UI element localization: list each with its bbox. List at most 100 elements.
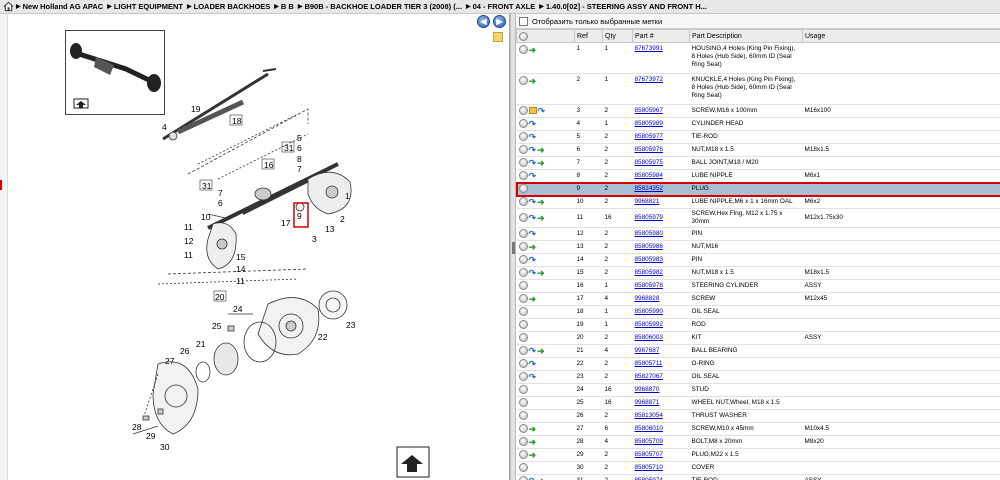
select-circle-icon[interactable] — [518, 106, 528, 116]
select-circle-icon[interactable] — [518, 411, 528, 421]
replacement-arrow-icon[interactable]: ↷ — [529, 197, 537, 206]
select-circle-icon[interactable] — [518, 307, 528, 317]
table-row[interactable]: ↷ 23 2 85827067 OIL SEAL — [516, 370, 1000, 384]
table-row[interactable]: ➜ 27 6 85806010 SCREW,M10 x 45mm M10x4.5 — [516, 422, 1000, 436]
breadcrumb-item[interactable]: ▶ 1.40.0[02] - STEERING ASSY AND FRONT H.… — [539, 2, 707, 11]
table-row[interactable]: ➜ 2 1 87673972 KNUCKLE,4 Holes (King Pin Fix… — [516, 73, 1000, 105]
part-number-link[interactable]: 85805979 — [635, 214, 663, 221]
table-row[interactable]: 9 2 85824352 PLUG — [516, 181, 1000, 197]
col-qty[interactable]: Qty — [602, 29, 633, 43]
add-to-cart-arrow-icon[interactable]: ➜ — [529, 45, 537, 54]
add-to-cart-arrow-icon[interactable]: ➜ — [537, 197, 545, 206]
select-circle-icon[interactable] — [518, 132, 528, 142]
add-to-cart-arrow-icon[interactable]: ➜ — [529, 450, 537, 459]
replacement-arrow-icon[interactable]: ↷ — [529, 359, 537, 368]
part-number-link[interactable]: 85805992 — [635, 321, 663, 328]
replacement-arrow-icon[interactable]: ↷ — [529, 158, 537, 167]
select-circle-icon[interactable] — [518, 476, 528, 480]
table-row[interactable]: ↷➜31285805974TIE-RODASSY — [516, 474, 1000, 480]
part-number-link[interactable]: 85806010 — [635, 425, 663, 432]
breadcrumb-item[interactable]: ▶ New Holland AG APAC — [16, 2, 103, 11]
select-circle-icon[interactable] — [518, 424, 528, 434]
breadcrumb-item[interactable]: ▶ LOADER BACKHOES — [187, 2, 270, 11]
part-number-link[interactable]: 9968870 — [635, 386, 660, 393]
replacement-arrow-icon[interactable]: ↷ — [529, 346, 537, 355]
show-selected-only-checkbox[interactable] — [519, 16, 528, 26]
part-number-link[interactable]: 85805707 — [635, 451, 663, 458]
table-row[interactable]: ↷ 22 2 85805711 O-RING — [516, 357, 1000, 371]
table-row[interactable]: ➜ 13 2 85805986 NUT,M16 — [516, 240, 1000, 254]
col-ref[interactable]: Ref — [574, 29, 603, 43]
col-desc[interactable]: Part Description — [689, 29, 803, 43]
table-row[interactable]: ↷➜ 10 2 9968821 LUBE NIPPLE,M6 x 1 x 16mm OA… — [516, 195, 1000, 209]
part-number-link[interactable]: 85805711 — [635, 360, 663, 367]
table-row[interactable]: ↷ 3 2 85805967 SCREW,M16 x 100mm M16x100 — [516, 104, 1000, 118]
select-circle-icon[interactable] — [518, 229, 528, 239]
select-circle-icon[interactable] — [518, 76, 528, 85]
part-number-link[interactable]: 85805989 — [635, 120, 663, 127]
part-number-link[interactable]: 9967687 — [635, 347, 660, 354]
part-number-link[interactable]: 85806003 — [635, 334, 663, 341]
col-part[interactable]: Part # — [632, 29, 690, 43]
select-circle-icon[interactable] — [518, 359, 528, 369]
select-circle-icon[interactable] — [518, 171, 528, 181]
select-circle-icon[interactable] — [518, 158, 528, 168]
add-to-cart-arrow-icon[interactable]: ➜ — [529, 76, 537, 85]
replacement-arrow-icon[interactable]: ↷ — [529, 268, 537, 277]
table-row[interactable]: ➜ 28 4 85805709 BOLT,M8 x 20mm M8x20 — [516, 435, 1000, 449]
breadcrumb-item[interactable]: ▶ B B — [274, 2, 294, 11]
part-number-link[interactable]: 85805978 — [635, 282, 663, 289]
part-number-link[interactable]: 85805710 — [635, 464, 663, 471]
select-circle-icon[interactable] — [518, 463, 528, 473]
table-row[interactable]: ↷➜ 7 2 85805975 BALL JOINT,M18 / M20 — [516, 156, 1000, 170]
table-row[interactable]: ➜ 17 4 9968828 SCREW M12x45 — [516, 292, 1000, 306]
add-to-cart-arrow-icon[interactable]: ➜ — [537, 268, 545, 277]
table-row[interactable]: ↷ 12 2 85805980 PIN — [516, 227, 1000, 241]
select-circle-icon[interactable] — [518, 333, 528, 343]
add-to-cart-arrow-icon[interactable]: ➜ — [529, 294, 537, 303]
select-circle-icon[interactable] — [518, 450, 528, 460]
replacement-arrow-icon[interactable]: ↷ — [529, 372, 537, 381]
exploded-parts-diagram[interactable]: 19 4 18 16 5 31 6 8 7 1 9 13 3 2 31 7 6 … — [8, 14, 508, 480]
select-circle-icon[interactable] — [518, 320, 528, 330]
add-to-cart-arrow-icon[interactable]: ➜ — [537, 158, 545, 167]
table-row[interactable]: 30 2 85805710 COVER — [516, 461, 1000, 475]
select-circle-icon[interactable] — [518, 437, 528, 447]
replacement-arrow-icon[interactable]: ↷ — [529, 171, 537, 180]
part-number-link[interactable]: 85805984 — [635, 172, 663, 179]
select-circle-icon[interactable] — [518, 268, 528, 278]
part-number-link[interactable]: 9968821 — [635, 198, 660, 205]
part-number-link[interactable]: 9968828 — [635, 295, 660, 302]
part-number-link[interactable]: 85805977 — [635, 133, 663, 140]
table-row[interactable]: ↷ 14 2 85805983 PIN — [516, 253, 1000, 267]
part-number-link[interactable]: 85824352 — [635, 185, 663, 192]
select-circle-icon[interactable] — [518, 346, 528, 356]
add-to-cart-arrow-icon[interactable]: ➜ — [529, 437, 537, 446]
select-circle-icon[interactable] — [518, 145, 528, 155]
part-number-link[interactable]: 9968871 — [635, 399, 660, 406]
header-circle-icon[interactable] — [519, 31, 528, 41]
splitter-handle[interactable] — [512, 242, 515, 254]
part-number-link[interactable]: 85813054 — [635, 412, 663, 419]
replacement-arrow-icon[interactable]: ↷ — [529, 229, 537, 238]
table-row[interactable]: ↷➜ 11 16 85805979 SCREW,Hex Flng, M12 x 1.75… — [516, 208, 1000, 228]
select-circle-icon[interactable] — [518, 197, 528, 207]
select-circle-icon[interactable] — [518, 119, 528, 129]
replacement-arrow-icon[interactable]: ↷ — [529, 132, 537, 141]
add-to-cart-arrow-icon[interactable]: ➜ — [537, 213, 545, 222]
part-number-link[interactable]: 85805975 — [635, 159, 663, 166]
table-row[interactable]: ↷➜ 21 4 9967687 BALL BEARING — [516, 344, 1000, 358]
part-number-link[interactable]: 85805967 — [635, 107, 663, 114]
next-page-icon[interactable] — [396, 446, 430, 478]
part-number-link[interactable]: 87673991 — [635, 45, 663, 52]
table-row[interactable]: ↷ 5 2 85805977 TIE-ROD — [516, 130, 1000, 144]
table-row[interactable]: 18 1 85805990 OIL SEAL — [516, 305, 1000, 319]
home-icon[interactable] — [3, 1, 14, 12]
select-circle-icon[interactable] — [518, 184, 528, 194]
select-circle-icon[interactable] — [518, 294, 528, 304]
table-row[interactable]: ➜ 29 2 85805707 PLUG,M22 x 1.5 — [516, 448, 1000, 462]
part-number-link[interactable]: 85805990 — [635, 308, 663, 315]
select-circle-icon[interactable] — [518, 242, 528, 252]
table-row[interactable]: ↷ 8 2 85805984 LUBE NIPPLE M6x1 — [516, 169, 1000, 183]
replacement-arrow-icon[interactable]: ↷ — [529, 119, 537, 128]
